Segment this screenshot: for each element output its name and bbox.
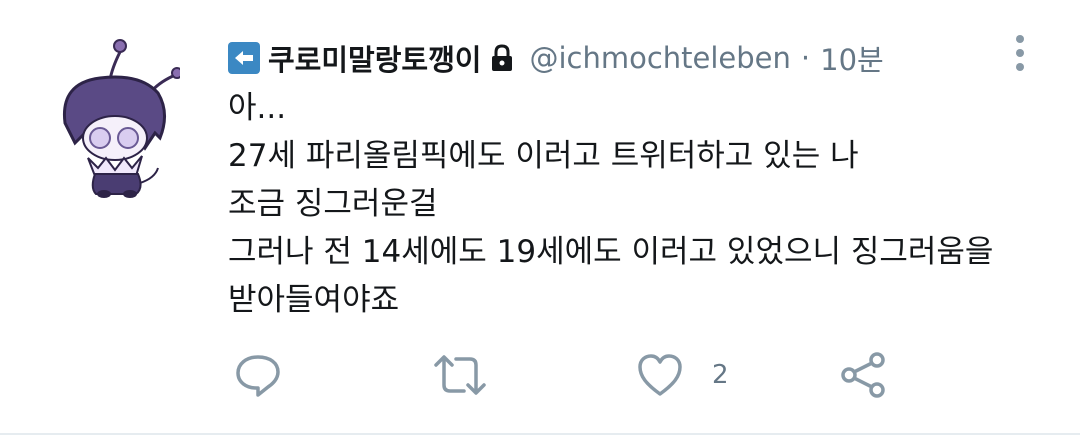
retweet-button[interactable] xyxy=(432,350,488,400)
like-button[interactable]: 2 xyxy=(636,350,729,400)
more-options-icon[interactable] xyxy=(1008,34,1032,74)
like-count: 2 xyxy=(712,360,729,390)
tweet-text: 아... 27세 파리올림픽에도 이러고 트위터하고 있는 나 조금 징그러운걸… xyxy=(228,84,993,324)
reply-icon xyxy=(236,355,280,397)
retweet-icon xyxy=(434,355,486,395)
tweet-card[interactable]: 쿠로미말랑토깽이 @ichmochteleben · 10분 아... 27세 … xyxy=(0,0,1080,437)
lock-icon xyxy=(489,43,515,73)
action-bar: 2 xyxy=(0,350,1080,400)
share-button[interactable] xyxy=(840,350,888,400)
tweet-line: 조금 징그러운걸 xyxy=(228,186,438,222)
heart-icon xyxy=(638,354,682,396)
avatar-image xyxy=(62,39,183,198)
share-icon xyxy=(841,352,885,398)
tweet-header: 쿠로미말랑토깽이 @ichmochteleben · 10분 xyxy=(228,36,884,80)
left-arrow-emoji-icon xyxy=(228,42,260,74)
tweet-line: 그러나 전 14세에도 19세에도 이러고 있었으니 징그러움을 xyxy=(228,234,994,270)
tweet-line: 아... xyxy=(228,90,287,126)
divider xyxy=(0,433,1080,435)
timestamp[interactable]: 10분 xyxy=(820,37,884,79)
user-handle[interactable]: @ichmochteleben xyxy=(529,41,790,75)
tweet-line: 27세 파리올림픽에도 이러고 트위터하고 있는 나 xyxy=(228,138,859,174)
tweet-line: 받아들여야죠 xyxy=(228,282,400,318)
reply-button[interactable] xyxy=(234,350,282,400)
separator-dot: · xyxy=(800,41,811,75)
display-name[interactable]: 쿠로미말랑토깽이 xyxy=(268,37,481,79)
avatar[interactable] xyxy=(40,38,183,198)
